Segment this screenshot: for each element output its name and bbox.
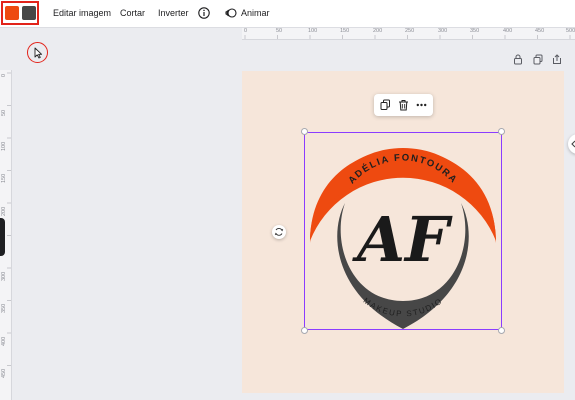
color-swatches[interactable]	[1, 1, 39, 25]
animate-icon[interactable]	[225, 7, 237, 19]
ruler-tick: 350	[470, 28, 480, 34]
info-icon[interactable]	[198, 7, 210, 19]
ruler-tick: 350	[1, 303, 7, 313]
ruler-tick: 150	[340, 28, 350, 34]
ruler-tick: 50	[276, 28, 283, 34]
color-swatch-orange[interactable]	[5, 6, 19, 20]
animate-button[interactable]: Animar	[241, 8, 270, 18]
share-icon[interactable]	[552, 54, 562, 65]
ruler-tick: 400	[503, 28, 513, 34]
ruler-tick: 0	[244, 28, 248, 34]
more-icon[interactable]	[416, 99, 427, 111]
side-panel-toggle[interactable]	[0, 218, 5, 256]
ruler-tick: 100	[1, 141, 7, 151]
trash-icon[interactable]	[398, 99, 409, 111]
editor-toolbar: Editar imagem Cortar Inverter Animar	[0, 0, 575, 28]
ruler-tick: 450	[535, 28, 545, 34]
selection-box	[304, 132, 502, 330]
ruler-top: 0 50 100 150 200 250 300 350 400 450 500	[242, 28, 575, 40]
ruler-tick: 300	[1, 271, 7, 281]
duplicate-page-icon[interactable]	[533, 54, 543, 65]
edit-image-button[interactable]: Editar imagem	[53, 8, 111, 18]
chevron-left-icon	[571, 140, 575, 148]
rotate-icon	[274, 228, 284, 236]
resize-handle-top-right[interactable]	[498, 128, 505, 135]
ruler-tick: 200	[1, 206, 7, 216]
ruler-tick: 0	[1, 73, 7, 77]
resize-handle-top-left[interactable]	[301, 128, 308, 135]
right-panel-toggle[interactable]	[568, 134, 575, 154]
lock-icon[interactable]	[513, 54, 523, 65]
crop-button[interactable]: Cortar	[120, 8, 145, 18]
ruler-tick: 450	[1, 368, 7, 378]
copy-icon[interactable]	[380, 99, 391, 111]
ruler-tick: 50	[1, 109, 7, 116]
color-swatch-gray[interactable]	[22, 6, 36, 20]
ruler-tick: 500	[566, 28, 575, 34]
ruler-tick: 400	[1, 336, 7, 346]
rotate-button[interactable]	[272, 225, 286, 239]
ruler-tick: 100	[308, 28, 318, 34]
ruler-tick: 250	[405, 28, 415, 34]
resize-handle-bottom-left[interactable]	[301, 327, 308, 334]
ruler-tick: 300	[438, 28, 448, 34]
cursor-icon	[34, 47, 43, 59]
resize-handle-bottom-right[interactable]	[498, 327, 505, 334]
flip-button[interactable]: Inverter	[158, 8, 189, 18]
ruler-tick: 150	[1, 173, 7, 183]
ruler-tick: 200	[373, 28, 383, 34]
element-context-menu	[374, 94, 433, 116]
